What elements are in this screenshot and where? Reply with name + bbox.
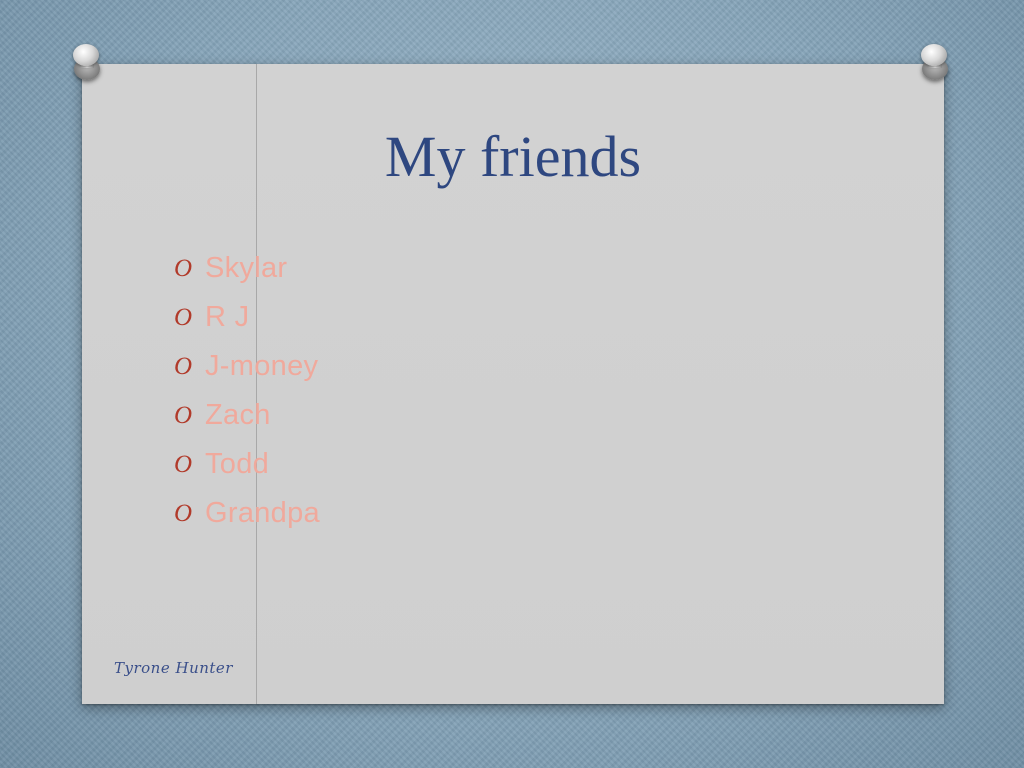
pushpin-head bbox=[73, 44, 99, 66]
pushpin-icon bbox=[918, 42, 952, 82]
list-item-text: Grandpa bbox=[205, 497, 320, 529]
list-item-text: Zach bbox=[205, 399, 271, 431]
pushpin-icon bbox=[70, 42, 104, 82]
bullet-icon: O bbox=[174, 303, 193, 331]
slide-title: My friends bbox=[384, 124, 642, 189]
list-item: O J-money bbox=[174, 342, 320, 391]
list-item-text: J-money bbox=[205, 350, 319, 382]
author-signature: Tyrone Hunter bbox=[114, 659, 233, 677]
bullet-list: O Skylar O R J O J-money O Zach O Todd O… bbox=[174, 244, 320, 538]
pushpin-head bbox=[921, 44, 947, 66]
list-item: O Todd bbox=[174, 440, 320, 489]
list-item-text: Skylar bbox=[205, 252, 288, 284]
list-item: O Zach bbox=[174, 391, 320, 440]
list-item: O R J bbox=[174, 293, 320, 342]
slide-sheet: My friends O Skylar O R J O J-money O Za… bbox=[82, 64, 944, 704]
bullet-icon: O bbox=[174, 254, 193, 282]
list-item-text: R J bbox=[205, 301, 250, 333]
list-item: O Skylar bbox=[174, 244, 320, 293]
list-item: O Grandpa bbox=[174, 489, 320, 538]
bullet-icon: O bbox=[174, 499, 193, 527]
bullet-icon: O bbox=[174, 401, 193, 429]
bullet-icon: O bbox=[174, 450, 193, 478]
bullet-icon: O bbox=[174, 352, 193, 380]
list-item-text: Todd bbox=[205, 448, 270, 480]
